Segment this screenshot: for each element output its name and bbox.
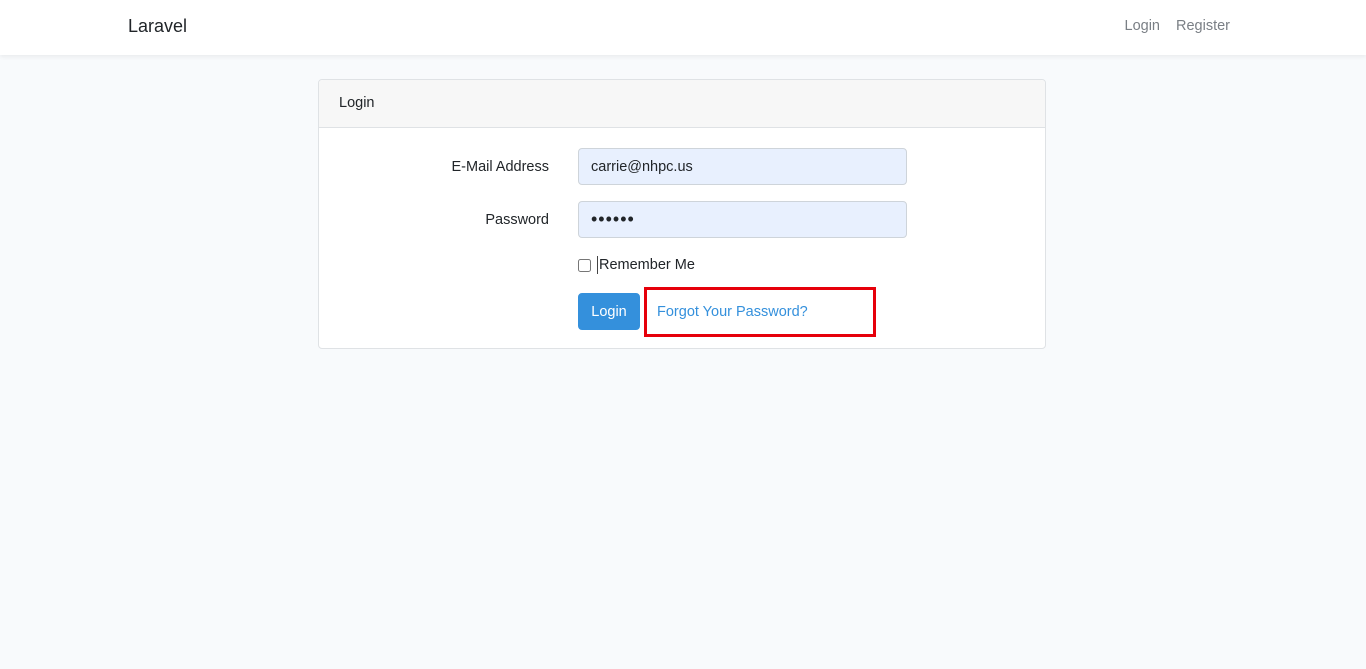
nav-login-link[interactable]: Login [1125, 18, 1160, 34]
email-label: E-Mail Address [451, 159, 549, 175]
nav-register-link[interactable]: Register [1176, 18, 1230, 34]
password-input[interactable] [578, 201, 907, 238]
login-card: Login E-Mail Address Password Remember M… [318, 79, 1046, 349]
nav-links: Login Register [1125, 18, 1230, 34]
top-navbar: Laravel Login Register [0, 0, 1366, 55]
login-button[interactable]: Login [578, 293, 640, 330]
card-header: Login [319, 80, 1045, 128]
brand-link[interactable]: Laravel [128, 16, 187, 37]
remember-me-checkbox[interactable] [578, 258, 591, 272]
remember-me-label[interactable]: Remember Me [597, 256, 695, 274]
password-label: Password [485, 212, 549, 228]
forgot-password-link[interactable]: Forgot Your Password? [657, 304, 808, 320]
remember-me-row: Remember Me [578, 256, 695, 274]
email-input[interactable] [578, 148, 907, 185]
